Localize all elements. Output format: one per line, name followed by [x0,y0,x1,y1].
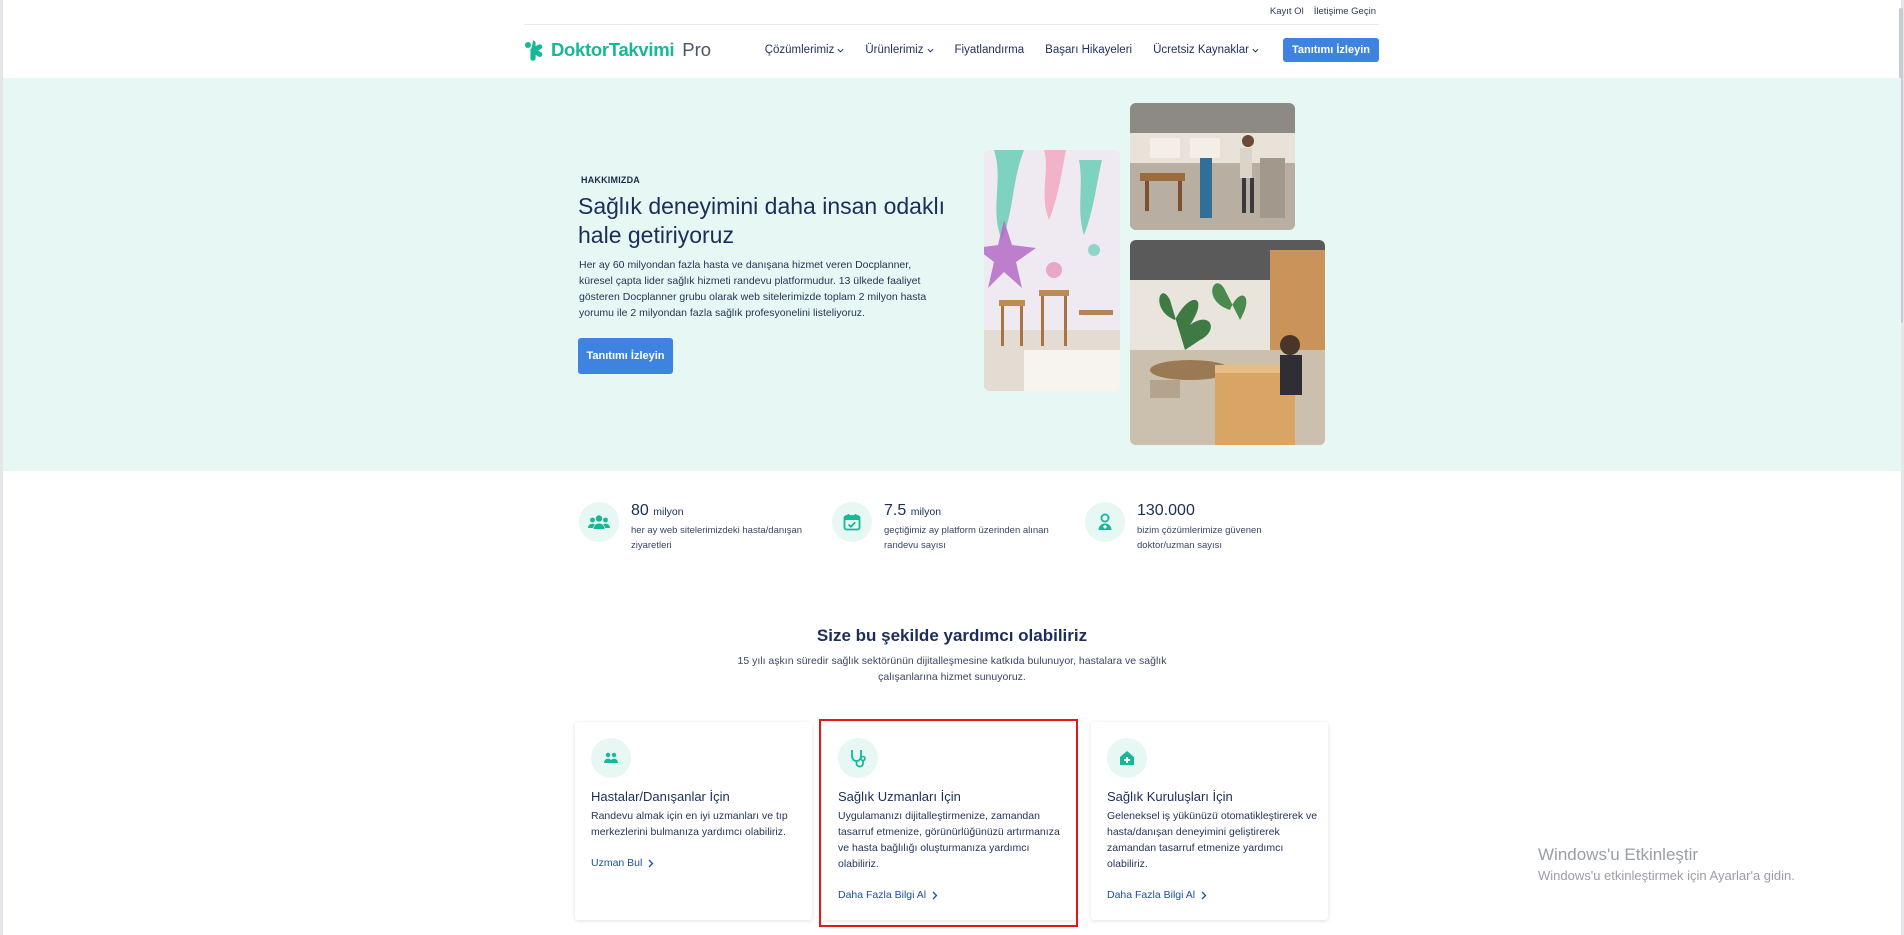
users-icon [579,502,619,542]
hero-demo-button[interactable]: Tanıtımı İzleyin [578,338,673,374]
nav-solutions-label: Çözümlerimiz [764,44,835,56]
chevron-down-icon [927,48,933,53]
chevron-right-icon [1201,891,1207,899]
clinic-icon [1107,738,1147,778]
card-institutions: Sağlık Kuruluşları İçin Geleneksel iş yü… [1091,722,1328,920]
stat-visitors: 80 milyon her ay web sitelerimizdeki has… [579,502,806,553]
watermark-subtitle: Windows'u etkinleştirmek için Ayarlar'a … [1538,868,1795,883]
page: Kayıt Ol İletişime Geçin DoktorTakvimi P… [0,0,1904,935]
stat-appointments: 7.5 milyon geçtiğimiz ay platform üzerin… [832,502,1059,553]
chevron-right-icon [648,859,654,867]
stat-doctors: 130.000 bizim çözümlerimize güvenen dokt… [1085,502,1312,553]
contact-link[interactable]: İletişime Geçin [1314,6,1376,17]
stat-visitors-value: 80 [631,502,649,519]
stat-visitors-desc: her ay web sitelerimizdeki hasta/danışan… [631,525,803,551]
nav-free-resources-label: Ücretsiz Kaynaklar [1153,44,1249,56]
office-photo-cafe [984,150,1120,391]
stat-value: 7.5 milyon [884,502,1059,520]
card-institutions-desc: Geleneksel iş yükünüzü otomatikleştirere… [1107,810,1318,870]
institutions-learn-more-link[interactable]: Daha Fazla Bilgi Al [1107,889,1207,901]
hero-title: Sağlık deneyimini daha insan odaklı hale… [578,193,945,248]
stat-value: 80 milyon [631,502,806,520]
nav-products[interactable]: Ürünlerimiz [865,44,933,56]
card-patients: Hastalar/Danışanlar İçin Randevu almak i… [575,722,812,920]
hero-kicker: HAKKIMIZDA [581,175,640,185]
card-specialists-title: Sağlık Uzmanları İçin [838,789,961,804]
find-specialist-link[interactable]: Uzman Bul [591,857,654,869]
brand-name: DoktorTakvimi [551,39,675,60]
stat-appointments-desc: geçtiğimiz ay platform üzerinden alınan … [884,525,1049,551]
card-specialists: Sağlık Uzmanları İçin Uygulamanızı dijit… [822,722,1075,920]
utility-links: Kayıt Ol İletişime Geçin [1270,6,1376,17]
stethoscope-icon [838,738,878,778]
nav-products-label: Ürünlerimiz [865,44,924,56]
signup-link[interactable]: Kayıt Ol [1270,6,1304,17]
card-specialists-desc: Uygulamanızı dijitalleştirmenize, zamand… [838,810,1060,870]
hero-section [3,78,1901,471]
nav-pricing[interactable]: Fiyatlandırma [955,44,1025,56]
card-patients-title: Hastalar/Danışanlar İçin [591,789,730,804]
specialists-learn-more-label: Daha Fazla Bilgi Al [838,889,927,901]
card-institutions-title: Sağlık Kuruluşları İçin [1107,789,1233,804]
nav-free-resources[interactable]: Ücretsiz Kaynaklar [1153,44,1259,56]
nav-demo-button[interactable]: Tanıtımı İzleyin [1282,38,1379,62]
calendar-check-icon [832,502,872,542]
brand-logo[interactable]: DoktorTakvimi Pro [524,39,711,61]
nav-success-stories[interactable]: Başarı Hikayeleri [1045,44,1132,56]
nav-menu: Çözümlerimiz Ürünlerimiz Fiyatlandırma B… [765,38,1379,62]
help-section-title: Size bu şekilde yardımcı olabiliriz [816,626,1088,645]
chevron-right-icon [932,891,938,899]
chevron-down-icon [1252,48,1259,53]
brand-suffix: Pro [682,39,712,60]
stat-value: 130.000 [1137,502,1312,520]
nav-success-stories-label: Başarı Hikayeleri [1045,44,1133,56]
find-specialist-label: Uzman Bul [591,857,643,869]
doctor-icon [1085,502,1125,542]
office-photo-reception [1130,240,1325,445]
main-nav: DoktorTakvimi Pro Çözümlerimiz Ürünlerim… [524,30,1379,70]
stat-visitors-unit: milyon [653,506,684,518]
nav-pricing-label: Fiyatlandırma [954,44,1025,56]
windows-activation-watermark: Windows'u Etkinleştir Windows'u etkinleş… [1538,845,1795,883]
stat-doctors-desc: bizim çözümlerimize güvenen doktor/uzman… [1137,525,1262,551]
header-divider [524,24,1379,25]
stat-appointments-value: 7.5 [884,502,907,519]
watermark-title: Windows'u Etkinleştir [1538,845,1699,864]
office-photo-lounge [1130,103,1295,230]
institutions-learn-more-label: Daha Fazla Bilgi Al [1107,889,1196,901]
patients-icon [591,738,631,778]
chevron-down-icon [837,48,844,53]
brand-mark-icon [525,40,543,61]
hero-description: Her ay 60 milyondan fazla hasta ve danış… [579,259,927,319]
nav-solutions[interactable]: Çözümlerimiz [765,44,845,56]
help-section-subtitle: 15 yılı aşkın süredir sağlık sektörünün … [737,655,1167,683]
specialists-learn-more-link[interactable]: Daha Fazla Bilgi Al [838,889,938,901]
stat-appointments-unit: milyon [910,506,942,518]
card-patients-desc: Randevu almak için en iyi uzmanları ve t… [591,810,788,838]
stat-doctors-value: 130.000 [1137,502,1195,519]
